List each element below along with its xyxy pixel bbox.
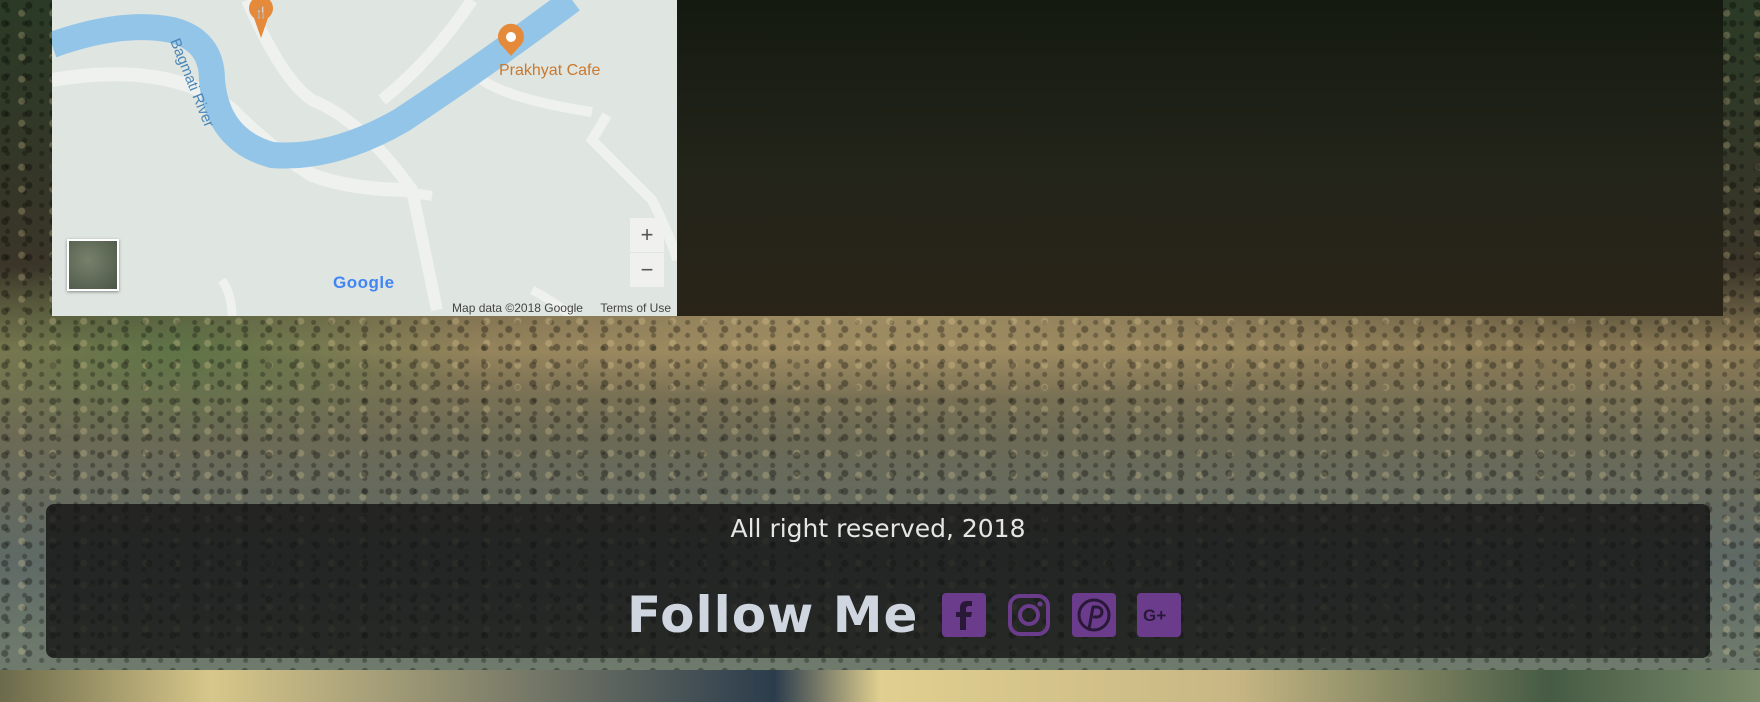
place-label-prakhyat-cafe[interactable]: Prakhyat Cafe	[499, 62, 600, 80]
follow-me-label: Follow Me	[627, 586, 919, 644]
follow-me-section: Follow Me G+	[627, 586, 1202, 644]
map-canvas[interactable]: 🍴	[52, 0, 677, 316]
instagram-icon[interactable]	[1007, 593, 1051, 637]
embedded-map[interactable]: 🍴 Prakhyat Cafe Bagmati River + − Google…	[52, 0, 677, 316]
svg-text:🍴: 🍴	[254, 6, 268, 19]
google-plus-icon[interactable]: G+	[1137, 593, 1182, 637]
google-logo: Google	[333, 273, 395, 293]
zoom-out-button[interactable]: −	[630, 253, 664, 287]
svg-text:G+: G+	[1143, 606, 1166, 625]
map-attribution: Map data ©2018 Google Terms of Use	[438, 301, 671, 315]
google-logo-text: Google	[333, 273, 395, 292]
contact-content-area	[677, 0, 1723, 316]
facebook-icon[interactable]	[942, 593, 987, 637]
zoom-in-button[interactable]: +	[630, 218, 664, 252]
copyright-text: All right reserved, 2018	[730, 514, 1026, 543]
terms-of-use-link[interactable]: Terms of Use	[600, 301, 671, 315]
next-section-background	[0, 670, 1760, 702]
site-footer: All right reserved, 2018 Follow Me G+	[46, 504, 1710, 658]
satellite-toggle-button[interactable]	[67, 239, 119, 291]
map-data-text: Map data ©2018 Google	[452, 301, 583, 315]
pinterest-icon[interactable]	[1072, 593, 1117, 637]
